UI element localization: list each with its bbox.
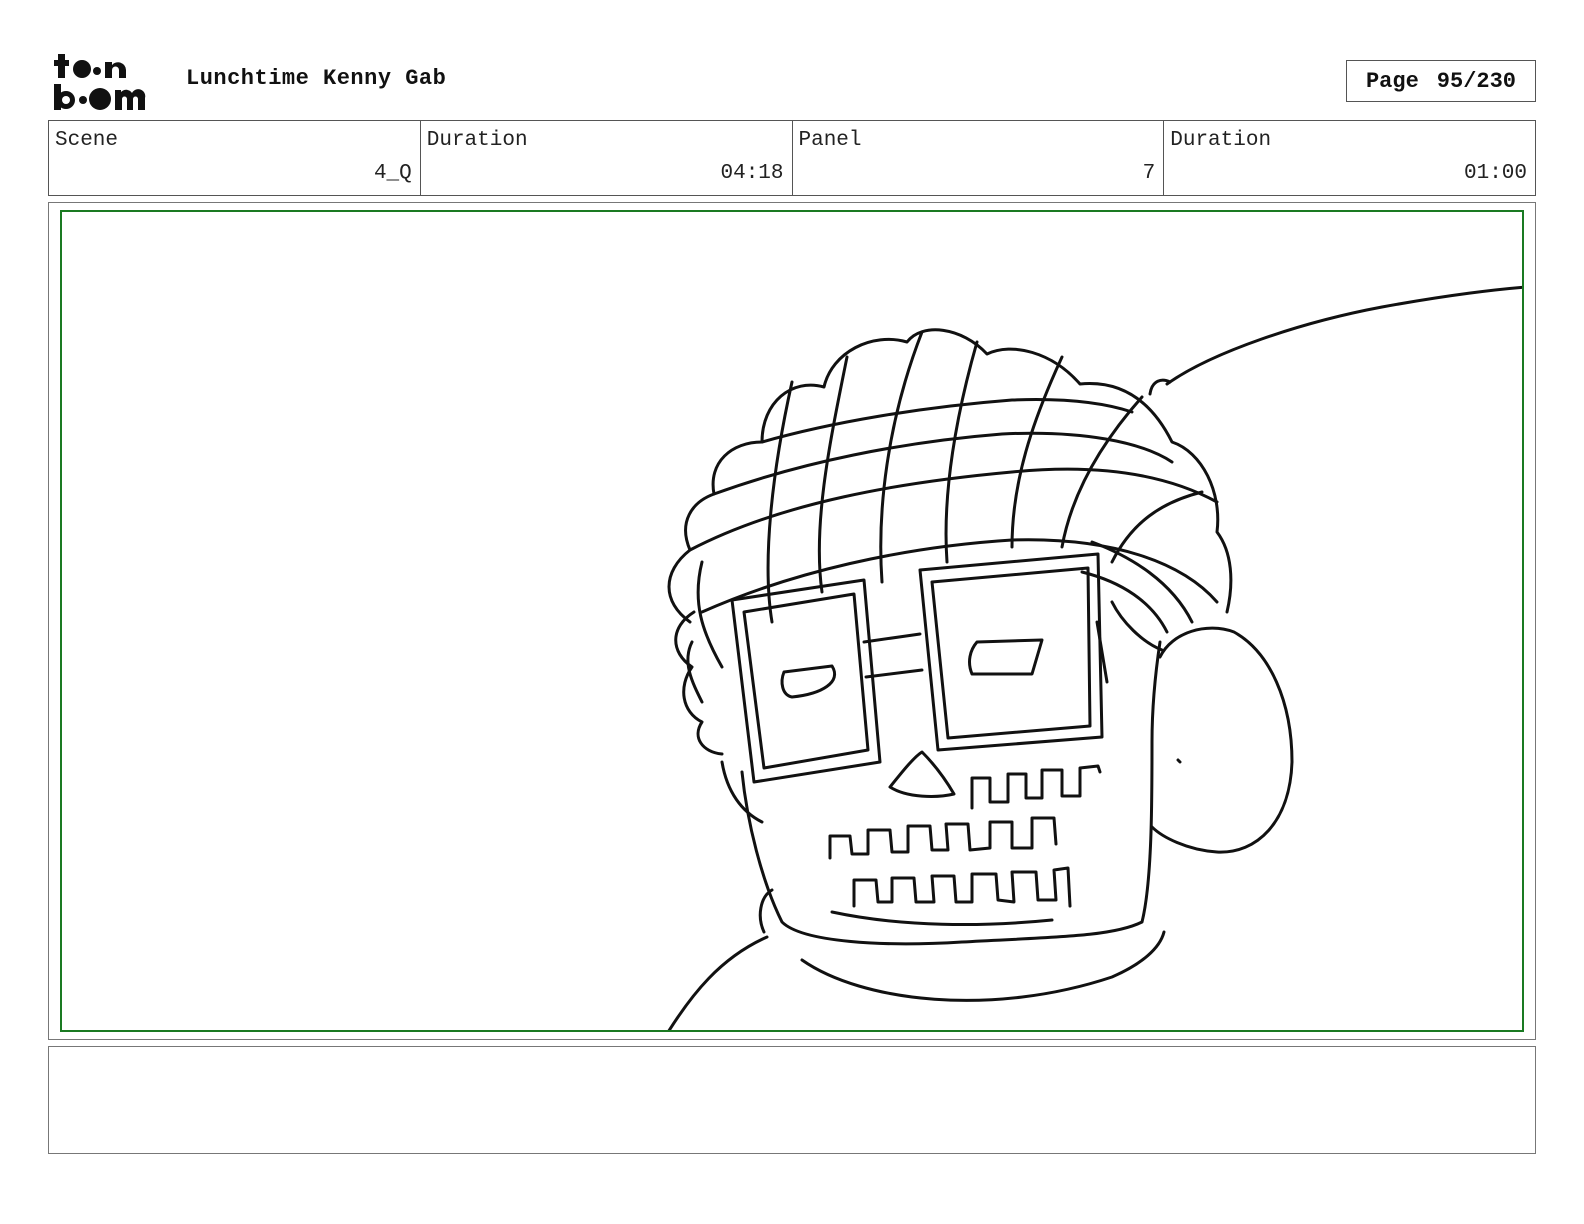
page-number: 95/230 <box>1436 68 1517 94</box>
page-label: Page <box>1365 68 1419 94</box>
page-indicator: Page 95/230 <box>1346 60 1536 102</box>
storyboard-panel <box>60 210 1524 1032</box>
panel-notes-box <box>48 1046 1536 1154</box>
scene-label: Scene <box>55 129 119 152</box>
panel-duration-label: Duration <box>1170 129 1272 152</box>
scene-cell: Scene 4_Q <box>49 121 421 195</box>
project-title: Lunchtime Kenny Gab <box>186 66 447 91</box>
panel-info-row: Scene 4_Q Duration 04:18 Panel 7 Duratio… <box>48 120 1536 196</box>
panel-cell: Panel 7 <box>793 121 1165 195</box>
panel-label: Panel <box>798 129 862 152</box>
toon-boom-logo <box>54 54 146 110</box>
scene-duration-label: Duration <box>426 129 528 152</box>
panel-value: 7 <box>1142 162 1156 185</box>
character-sketch <box>667 285 1522 1030</box>
panel-duration-cell: Duration 01:00 <box>1164 121 1535 195</box>
scene-value: 4_Q <box>373 162 412 185</box>
scene-duration-cell: Duration 04:18 <box>421 121 793 195</box>
scene-duration-value: 04:18 <box>720 162 784 185</box>
panel-duration-value: 01:00 <box>1463 162 1527 185</box>
